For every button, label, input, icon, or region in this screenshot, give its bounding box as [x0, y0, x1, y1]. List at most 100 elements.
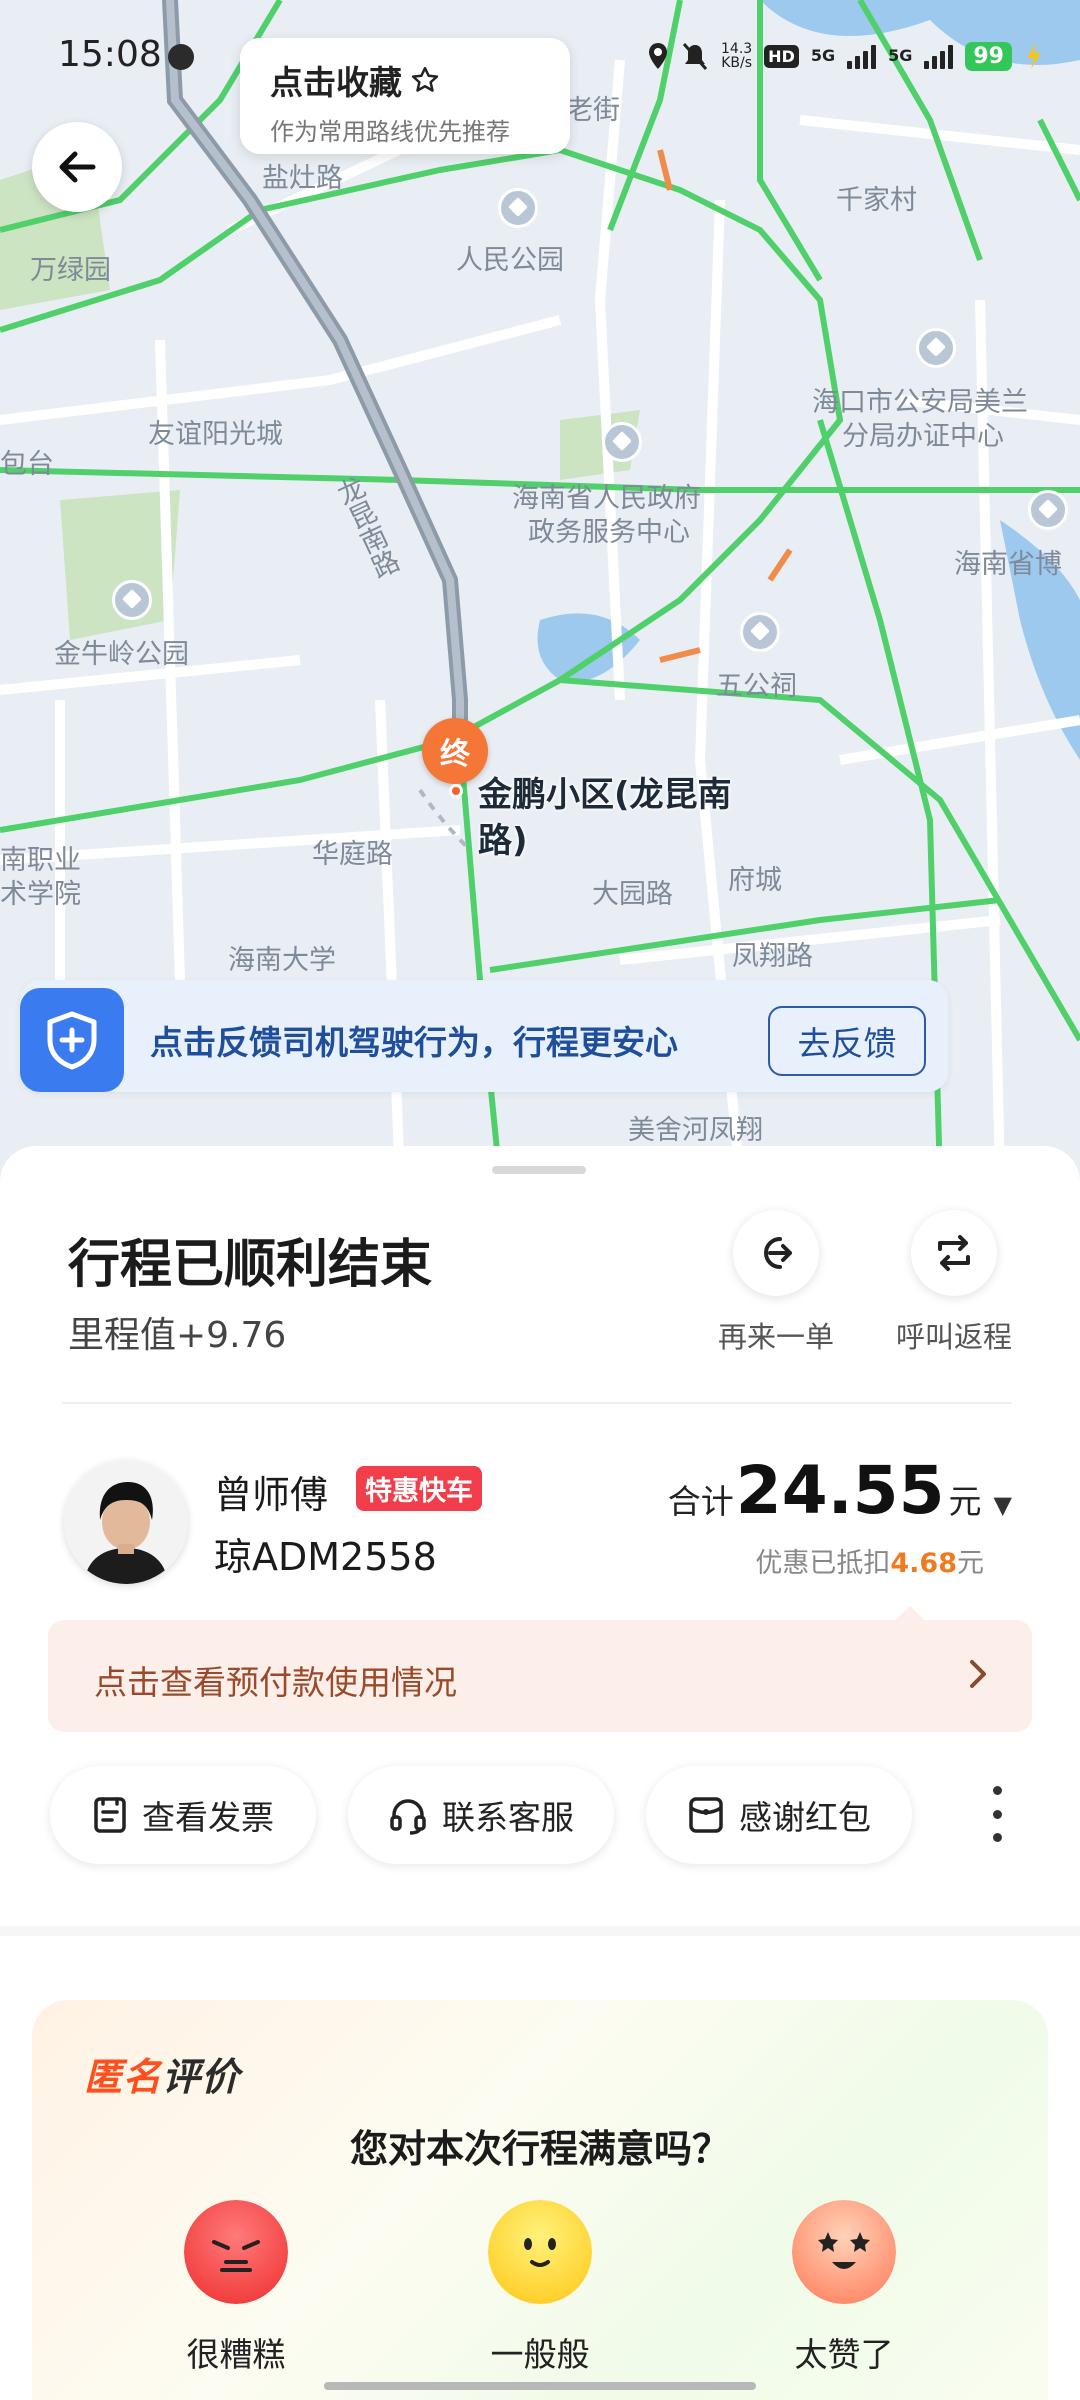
status-time: 15:08 [58, 34, 162, 75]
reorder-button[interactable]: 再来一单 [706, 1210, 846, 1356]
shield-icon [20, 988, 124, 1092]
map-label-wanlvyuan: 万绿园 [30, 255, 111, 286]
thanks-red-packet-label: 感谢红包 [739, 1798, 871, 1837]
discount-unit: 元 [957, 1548, 984, 1579]
view-invoice-button[interactable]: 查看发票 [50, 1766, 316, 1864]
home-indicator[interactable] [324, 2382, 756, 2390]
contact-support-button[interactable]: 联系客服 [348, 1766, 614, 1864]
anonymous-rating-title-a: 匿名 [84, 2055, 163, 2099]
prepay-usage-bar[interactable]: 点击查看预付款使用情况 [48, 1606, 1032, 1732]
map-label-police-office: 分局办证中心 [842, 421, 1004, 452]
star-icon [411, 66, 439, 92]
safety-feedback-banner[interactable]: 点击反馈司机驾驶行为，行程更安心 去反馈 [20, 980, 948, 1092]
map-label-jinniuling-park: 金牛岭公园 [54, 639, 189, 670]
poi-police-icon [916, 328, 956, 368]
anonymous-rating-title: 匿名评价 [84, 2046, 240, 2101]
return-trip-icon [911, 1210, 997, 1296]
battery-indicator: 99 [965, 41, 1012, 71]
rating-label-average: 一般般 [490, 2335, 590, 2374]
poi-jinniuling-icon [112, 580, 152, 620]
back-button[interactable] [32, 122, 122, 212]
anonymous-rating-title-b: 评价 [162, 2055, 241, 2099]
discount-info: 优惠已抵扣4.68元 [755, 1541, 984, 1580]
chevron-right-icon [970, 1660, 986, 1688]
signal-1-icon [847, 43, 877, 69]
discount-value: 4.68 [890, 1548, 957, 1579]
return-trip-button[interactable]: 呼叫返程 [884, 1210, 1024, 1356]
service-type-badge: 特惠快车 [356, 1466, 482, 1511]
return-trip-label: 呼叫返程 [895, 1320, 1012, 1354]
poi-museum-icon [1028, 490, 1068, 530]
charging-icon [1027, 43, 1041, 69]
net-speed: 14.3 KB/s [721, 41, 753, 71]
map-label-huating-road: 华庭路 [312, 839, 393, 870]
caret-down-icon: ▼ [993, 1491, 1012, 1519]
hd-icon: HD [764, 44, 799, 68]
feedback-button[interactable]: 去反馈 [768, 1006, 926, 1076]
mileage-value: 里程值+9.76 [68, 1315, 287, 1356]
fare-prefix: 合计 [667, 1482, 734, 1521]
contact-support-label: 联系客服 [442, 1798, 574, 1837]
map-label-baotai: 包台 [0, 449, 54, 480]
trip-summary-sheet: 行程已顺利结束 里程值+9.76 再来一单 呼叫返程 曾师傅 特惠快车 琼ADM… [0, 1146, 1080, 2400]
map-label-qianjiacun: 千家村 [836, 185, 917, 216]
anonymous-rating-card: 匿名评价 您对本次行程满意吗？ 很糟糕 一般般 太赞了 [32, 2000, 1048, 2400]
destination-name: 金鹏小区(龙昆南路) [478, 775, 732, 861]
map-label-dayuan-road: 大园路 [592, 879, 673, 910]
fare-amount: 24.55 [735, 1452, 945, 1529]
rating-question: 您对本次行程满意吗？ [349, 2127, 730, 2171]
star-eyes-face-icon [792, 2200, 896, 2304]
destination-pin-icon [449, 784, 463, 798]
signal-2-icon [924, 43, 954, 69]
angry-face-icon [184, 2200, 288, 2304]
map-label-wugongci: 五公祠 [716, 671, 797, 702]
prepay-usage-text: 点击查看预付款使用情况 [94, 1663, 457, 1702]
red-packet-icon [689, 1797, 723, 1833]
map-label-meishe-river: 美舍河凤翔 [628, 1115, 763, 1146]
headset-icon [390, 1799, 426, 1835]
status-icons: 14.3 KB/s HD 5G 5G 99 [647, 36, 1044, 76]
driver-avatar[interactable] [64, 1460, 188, 1584]
prepay-notch [896, 1606, 924, 1620]
sim1-network-tag: 5G [810, 46, 836, 65]
thanks-red-packet-button[interactable]: 感谢红包 [646, 1766, 912, 1864]
favorite-route-tip[interactable]: 点击收藏 作为常用路线优先推荐 [240, 38, 570, 154]
favorite-title: 点击收藏 [270, 56, 570, 104]
neutral-face-icon [488, 2200, 592, 2304]
map-label-youyi-sunshine: 友谊阳光城 [148, 419, 283, 450]
safety-banner-text: 点击反馈司机驾驶行为，行程更安心 [150, 1023, 678, 1062]
back-arrow-icon [59, 151, 96, 183]
route-map[interactable]: 盐灶路 万绿园 人民公园 千家村 友谊阳光城 海口市公安局美兰 分局办证中心 海… [0, 0, 1080, 1180]
rating-label-terrible: 很糟糕 [186, 2335, 286, 2374]
section-separator [0, 1926, 1080, 1936]
drag-handle[interactable] [492, 1166, 586, 1174]
map-label-yanzao-road: 盐灶路 [262, 163, 343, 194]
favorite-subtitle: 作为常用路线优先推荐 [270, 118, 510, 146]
fare-unit: 元 [948, 1482, 982, 1521]
trip-status-title: 行程已顺利结束 [68, 1235, 433, 1295]
map-label-gov-service: 政务服务中心 [528, 517, 690, 548]
map-label-hainan-museum: 海南省博 [954, 549, 1062, 580]
driver-name: 曾师傅 [214, 1473, 329, 1517]
location-icon [649, 43, 667, 69]
notification-dot-icon [168, 44, 194, 70]
poi-government-icon [602, 422, 642, 462]
map-label-hainan-university: 海南大学 [228, 945, 336, 976]
sim2-network-tag: 5G [888, 46, 913, 65]
divider [62, 1402, 1012, 1404]
map-label-vocational-college-2: 术学院 [0, 879, 81, 910]
poi-park-icon [498, 188, 538, 228]
avatar-portrait-icon [64, 1460, 188, 1584]
poi-wugongci-icon [740, 612, 780, 652]
discount-prefix: 优惠已抵扣 [755, 1548, 891, 1579]
map-label-renmin-park: 人民公园 [456, 245, 564, 276]
rating-label-excellent: 太赞了 [794, 2335, 894, 2374]
view-invoice-label: 查看发票 [142, 1798, 274, 1837]
map-label-fengxiang-road: 凤翔路 [732, 941, 813, 972]
reorder-label: 再来一单 [717, 1320, 834, 1354]
license-plate: 琼ADM2558 [214, 1535, 437, 1579]
more-options-icon[interactable] [990, 1786, 1004, 1842]
fare-total[interactable]: 合计 24.55 元 ▼ [668, 1452, 1012, 1529]
invoice-icon [94, 1797, 126, 1833]
mute-bell-icon [682, 43, 708, 70]
